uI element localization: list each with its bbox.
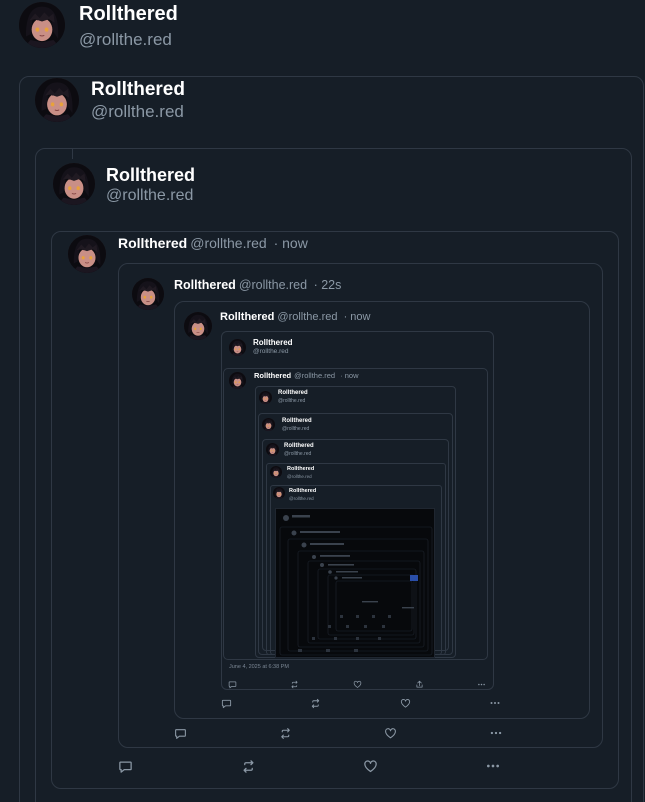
author-name[interactable]: Rollthered xyxy=(253,338,293,347)
author-handle[interactable]: @rollthe.red xyxy=(91,102,184,122)
recursive-screenshot-image xyxy=(276,509,434,657)
embedded-screenshot[interactable] xyxy=(275,508,435,658)
author-handle[interactable]: @rollthe.red xyxy=(190,235,266,251)
author-handle[interactable]: @rollthe.red xyxy=(284,451,311,457)
author-name[interactable]: Rollthered xyxy=(289,488,316,494)
author-name[interactable]: Rollthered xyxy=(278,390,308,396)
avatar[interactable] xyxy=(229,372,246,389)
avatar[interactable] xyxy=(229,339,246,356)
avatar[interactable] xyxy=(262,418,275,431)
avatar[interactable] xyxy=(259,391,272,404)
post-time[interactable]: · now xyxy=(274,235,308,251)
post-actions xyxy=(221,697,505,709)
post-meta: Rollthered @rollthe.red · 22s xyxy=(174,278,341,292)
repost-icon[interactable] xyxy=(241,759,256,774)
author-handle[interactable]: @rollthe.red xyxy=(277,311,337,323)
reply-icon[interactable] xyxy=(174,727,187,740)
post-meta: Rollthered @rollthe.red · now xyxy=(220,311,370,323)
reply-icon[interactable] xyxy=(221,698,232,709)
post-actions xyxy=(118,758,504,774)
avatar[interactable] xyxy=(270,466,282,478)
like-icon[interactable] xyxy=(384,727,397,740)
avatar[interactable] xyxy=(266,443,279,456)
more-icon[interactable] xyxy=(489,697,501,709)
author-handle[interactable]: @rollthe.red xyxy=(282,426,309,432)
post-meta: Rollthered @rollthe.red · now xyxy=(118,235,308,251)
avatar[interactable] xyxy=(132,278,164,310)
reply-icon[interactable] xyxy=(228,680,237,689)
author-name[interactable]: Rollthered xyxy=(118,235,187,251)
author-handle[interactable]: @rollthe.red xyxy=(239,278,307,292)
post-timestamp[interactable]: June 4, 2025 at 6:38 PM xyxy=(229,664,289,670)
avatar[interactable] xyxy=(53,163,95,205)
author-handle[interactable]: @rollthe.red xyxy=(79,30,172,50)
author-name[interactable]: Rollthered xyxy=(282,418,312,424)
share-icon[interactable] xyxy=(415,680,424,689)
repost-icon[interactable] xyxy=(310,698,321,709)
like-icon[interactable] xyxy=(400,698,411,709)
author-handle[interactable]: @rollthe.red xyxy=(253,348,289,355)
author-name[interactable]: Rollthered xyxy=(174,278,236,292)
post-time[interactable]: · now xyxy=(344,311,371,323)
author-name[interactable]: Rollthered xyxy=(254,371,291,380)
post-time[interactable]: · 22s xyxy=(314,278,342,292)
like-icon[interactable] xyxy=(363,759,378,774)
author-handle[interactable]: @rollthe.red xyxy=(106,187,193,205)
thread-line xyxy=(72,149,73,159)
more-icon[interactable] xyxy=(485,758,501,774)
repost-icon[interactable] xyxy=(279,727,292,740)
author-handle[interactable]: @rollthe.red xyxy=(287,474,312,479)
author-handle[interactable]: @rollthe.red xyxy=(289,496,314,501)
author-name[interactable]: Rollthered xyxy=(284,443,314,449)
avatar[interactable] xyxy=(184,312,212,340)
author-name[interactable]: Rollthered xyxy=(91,79,185,101)
more-icon[interactable] xyxy=(477,680,486,689)
author-name[interactable]: Rollthered xyxy=(79,3,178,26)
author-name[interactable]: Rollthered xyxy=(220,311,274,323)
author-handle[interactable]: @rollthe.red xyxy=(294,371,335,380)
repost-icon[interactable] xyxy=(290,680,299,689)
reply-icon[interactable] xyxy=(118,759,133,774)
avatar[interactable] xyxy=(273,487,285,499)
post-meta: Rollthered @rollthe.red · now xyxy=(254,371,359,380)
author-name[interactable]: Rollthered xyxy=(106,165,195,186)
avatar[interactable] xyxy=(35,78,79,122)
post-time[interactable]: · now xyxy=(340,371,358,380)
post-actions xyxy=(174,726,504,740)
post-actions xyxy=(228,679,486,689)
more-icon[interactable] xyxy=(489,726,503,740)
avatar[interactable] xyxy=(19,2,65,48)
like-icon[interactable] xyxy=(353,680,362,689)
author-handle[interactable]: @rollthe.red xyxy=(278,398,305,404)
author-name[interactable]: Rollthered xyxy=(287,466,314,472)
avatar[interactable] xyxy=(68,235,106,273)
